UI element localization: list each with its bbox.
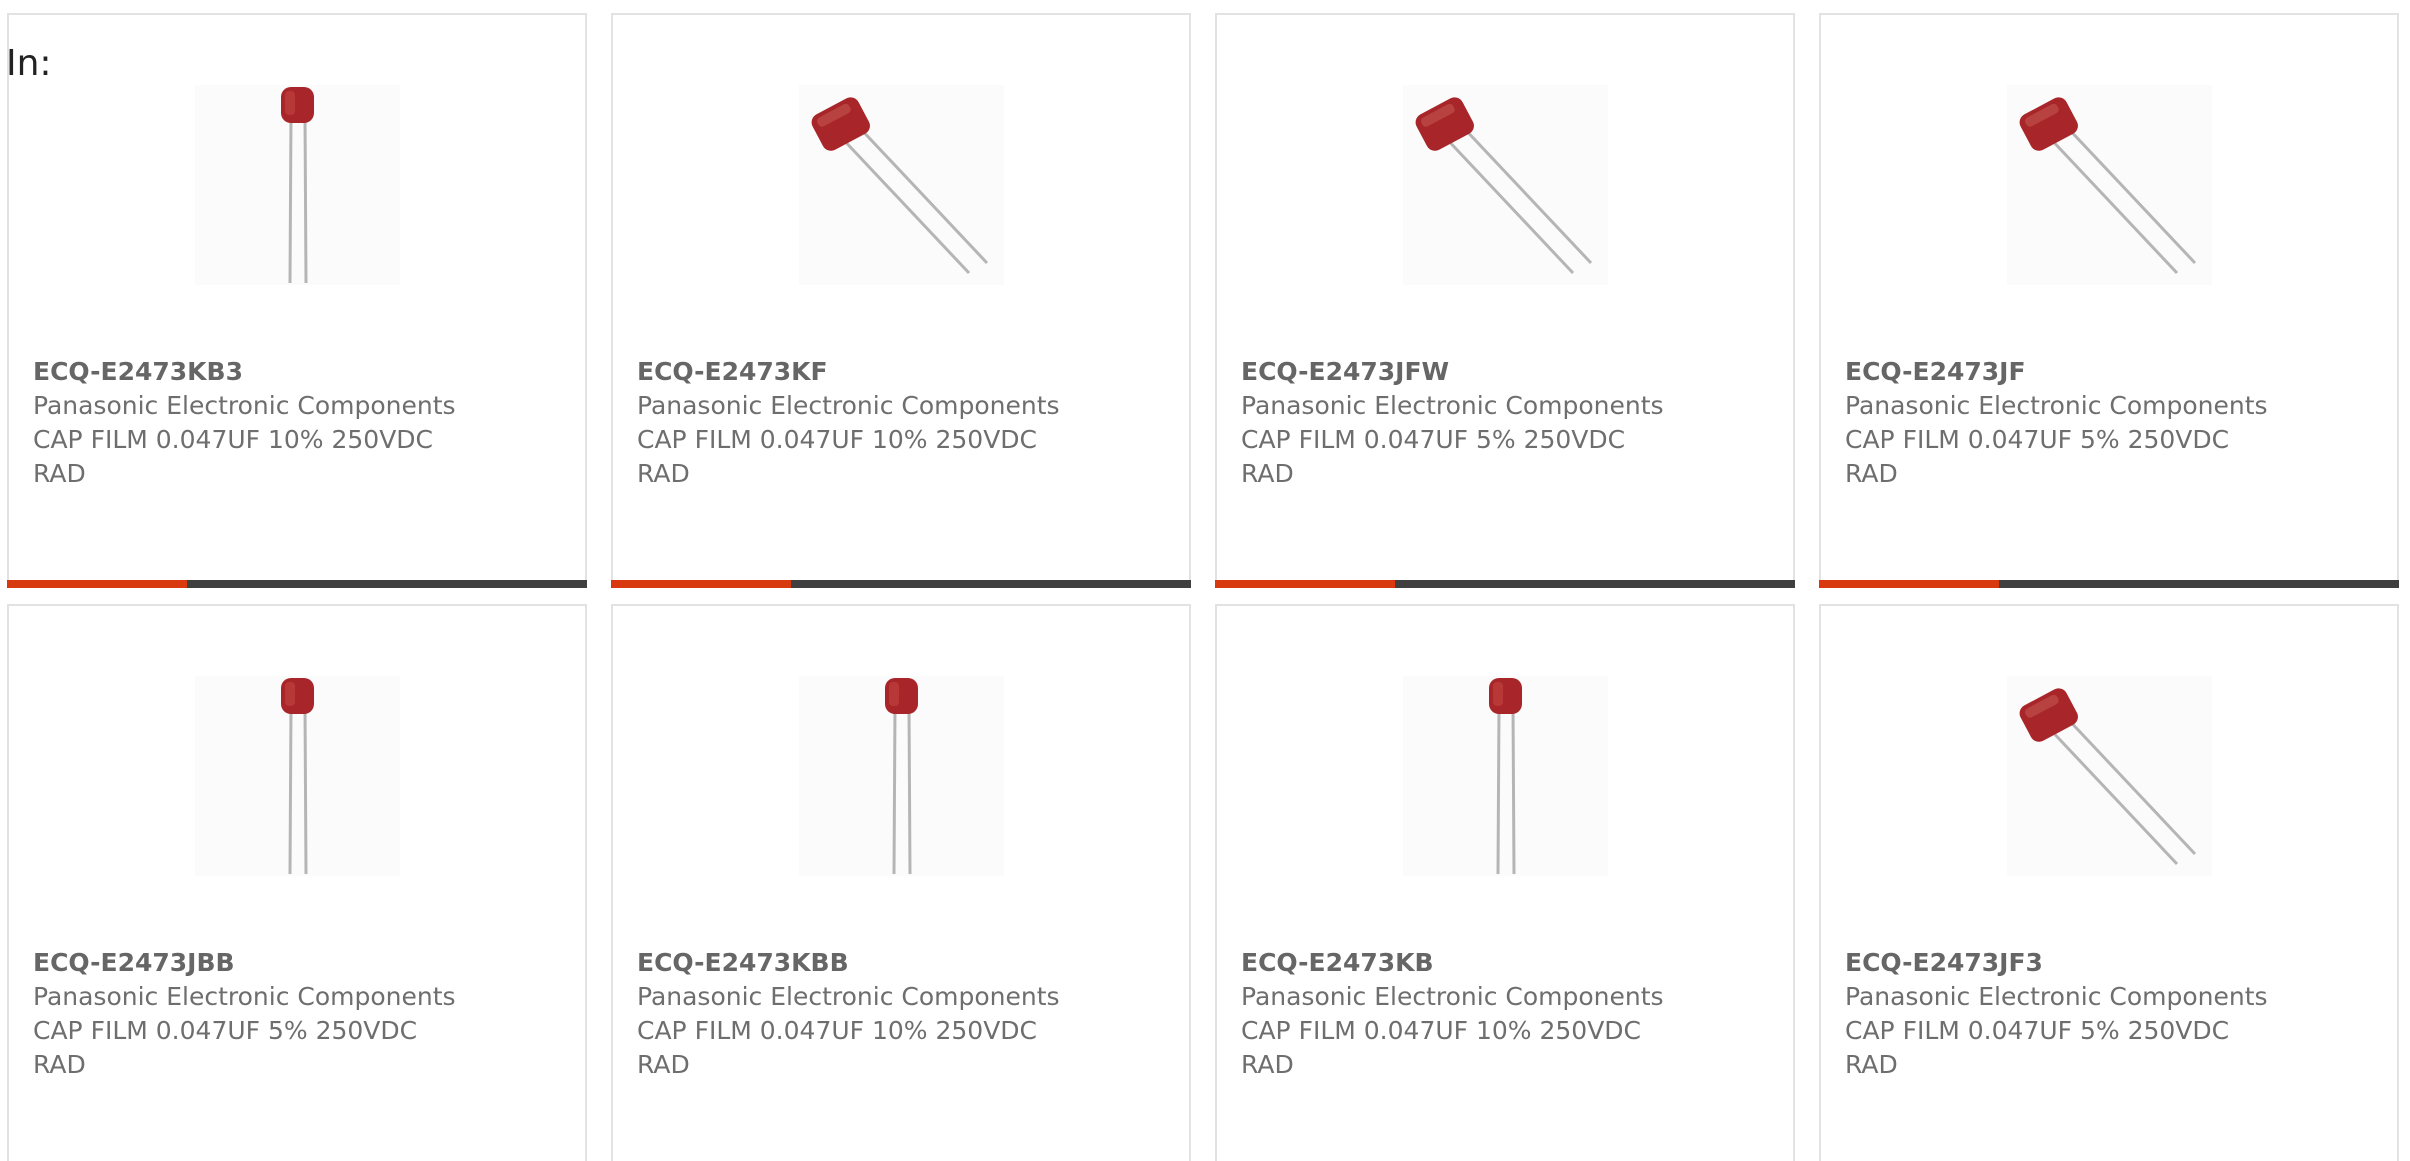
product-card[interactable]: ECQ-E2473KF Panasonic Electronic Compone… (611, 13, 1191, 588)
part-number-link[interactable]: ECQ-E2473JF (1845, 355, 2377, 389)
product-description: CAP FILM 0.047UF 5% 250VDC RAD (1845, 1016, 2230, 1079)
radial-capacitor-angled-icon (2019, 688, 2197, 866)
part-number-link[interactable]: ECQ-E2473JBB (33, 946, 565, 980)
manufacturer-name: Panasonic Electronic Components (33, 982, 456, 1011)
part-number-link[interactable]: ECQ-E2473KBB (637, 946, 1169, 980)
progress-bar (1819, 580, 2399, 588)
product-grid: ECQ-E2473KB3 Panasonic Electronic Compon… (7, 13, 2399, 1161)
product-info: ECQ-E2473JFW Panasonic Electronic Compon… (1241, 355, 1773, 491)
radial-capacitor-straight-icon (1489, 678, 1522, 875)
product-description: CAP FILM 0.047UF 5% 250VDC RAD (1241, 425, 1626, 488)
product-info: ECQ-E2473KBB Panasonic Electronic Compon… (637, 946, 1169, 1082)
product-image[interactable] (2007, 676, 2212, 876)
radial-capacitor-straight-icon (281, 87, 314, 284)
product-image[interactable] (799, 85, 1004, 285)
progress-bar (1215, 580, 1795, 588)
product-description: CAP FILM 0.047UF 5% 250VDC RAD (1845, 425, 2230, 488)
manufacturer-name: Panasonic Electronic Components (1241, 391, 1664, 420)
manufacturer-name: Panasonic Electronic Components (1241, 982, 1664, 1011)
part-number-link[interactable]: ECQ-E2473KB (1241, 946, 1773, 980)
manufacturer-name: Panasonic Electronic Components (637, 982, 1060, 1011)
part-number-link[interactable]: ECQ-E2473JF3 (1845, 946, 2377, 980)
product-description: CAP FILM 0.047UF 10% 250VDC RAD (637, 425, 1038, 488)
product-image[interactable] (1403, 676, 1608, 876)
product-description: CAP FILM 0.047UF 5% 250VDC RAD (33, 1016, 418, 1079)
product-card[interactable]: ECQ-E2473KB3 Panasonic Electronic Compon… (7, 13, 587, 588)
progress-fill (1819, 580, 1999, 588)
product-image[interactable] (195, 85, 400, 285)
radial-capacitor-angled-icon (1415, 97, 1593, 275)
progress-fill (7, 580, 187, 588)
progress-fill (1215, 580, 1395, 588)
product-image[interactable] (799, 676, 1004, 876)
page: In: ECQ-E2473KB3 Panasonic Electronic Co… (0, 0, 2410, 1161)
product-card[interactable]: ECQ-E2473KB Panasonic Electronic Compone… (1215, 604, 1795, 1161)
product-card[interactable]: ECQ-E2473KBB Panasonic Electronic Compon… (611, 604, 1191, 1161)
product-card[interactable]: ECQ-E2473JBB Panasonic Electronic Compon… (7, 604, 587, 1161)
progress-bar (7, 580, 587, 588)
manufacturer-name: Panasonic Electronic Components (33, 391, 456, 420)
product-card[interactable]: ECQ-E2473JF Panasonic Electronic Compone… (1819, 13, 2399, 588)
product-image[interactable] (1403, 85, 1608, 285)
product-info: ECQ-E2473KF Panasonic Electronic Compone… (637, 355, 1169, 491)
product-image[interactable] (2007, 85, 2212, 285)
product-info: ECQ-E2473KB Panasonic Electronic Compone… (1241, 946, 1773, 1082)
product-info: ECQ-E2473JF3 Panasonic Electronic Compon… (1845, 946, 2377, 1082)
radial-capacitor-straight-icon (281, 678, 314, 875)
part-number-link[interactable]: ECQ-E2473JFW (1241, 355, 1773, 389)
progress-fill (611, 580, 791, 588)
product-description: CAP FILM 0.047UF 10% 250VDC RAD (637, 1016, 1038, 1079)
product-info: ECQ-E2473JF Panasonic Electronic Compone… (1845, 355, 2377, 491)
product-image[interactable] (195, 676, 400, 876)
manufacturer-name: Panasonic Electronic Components (637, 391, 1060, 420)
radial-capacitor-angled-icon (2019, 97, 2197, 275)
product-description: CAP FILM 0.047UF 10% 250VDC RAD (33, 425, 434, 488)
progress-bar (611, 580, 1191, 588)
manufacturer-name: Panasonic Electronic Components (1845, 391, 2268, 420)
product-info: ECQ-E2473JBB Panasonic Electronic Compon… (33, 946, 565, 1082)
product-card[interactable]: ECQ-E2473JF3 Panasonic Electronic Compon… (1819, 604, 2399, 1161)
radial-capacitor-straight-icon (885, 678, 918, 875)
radial-capacitor-angled-icon (811, 97, 989, 275)
part-number-link[interactable]: ECQ-E2473KF (637, 355, 1169, 389)
filter-label: In: (6, 43, 52, 84)
product-info: ECQ-E2473KB3 Panasonic Electronic Compon… (33, 355, 565, 491)
product-description: CAP FILM 0.047UF 10% 250VDC RAD (1241, 1016, 1642, 1079)
product-card[interactable]: ECQ-E2473JFW Panasonic Electronic Compon… (1215, 13, 1795, 588)
part-number-link[interactable]: ECQ-E2473KB3 (33, 355, 565, 389)
manufacturer-name: Panasonic Electronic Components (1845, 982, 2268, 1011)
